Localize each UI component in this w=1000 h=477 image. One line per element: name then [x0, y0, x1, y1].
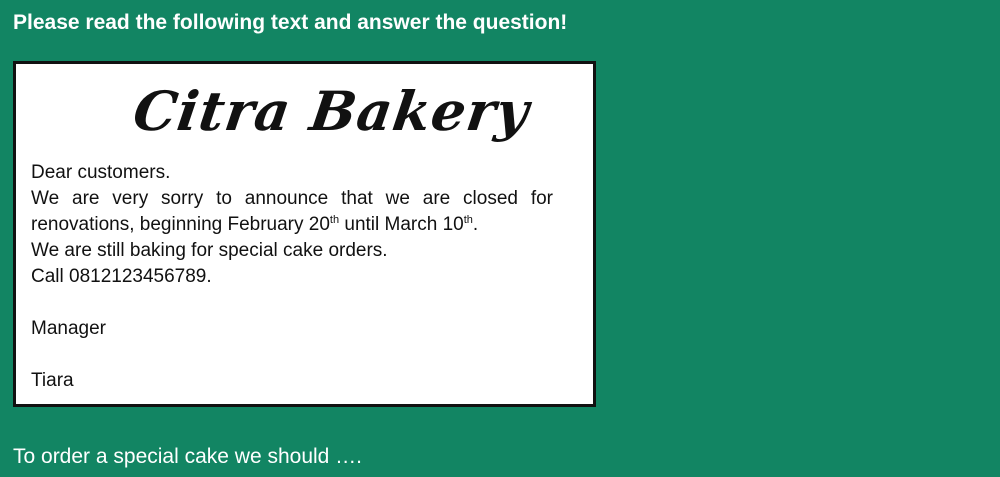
phone-line: Call 0812123456789. [31, 266, 212, 287]
date-ordinal-suffix: th [329, 214, 340, 226]
question-text: To order a special cake we should …. [13, 445, 363, 468]
signature-name: Tiara [31, 370, 74, 391]
notice-body: Dear customers. We are very sorry to ann… [31, 160, 553, 394]
greeting-line: Dear customers. [31, 162, 171, 183]
notice-card: Citra Bakery Dear customers. We are very… [13, 61, 596, 407]
date-ordinal-suffix: th [463, 214, 473, 226]
announcement-text-middle: until March 10 [339, 214, 464, 235]
instruction-text: Please read the following text and answe… [13, 11, 568, 34]
notice-title: Citra Bakery [129, 79, 534, 143]
announcement-paragraph: We are very sorry to announce that we ar… [31, 186, 553, 238]
special-orders-line: We are still baking for special cake ord… [31, 240, 388, 261]
signature-role: Manager [31, 318, 106, 339]
announcement-text-end: . [472, 214, 479, 235]
